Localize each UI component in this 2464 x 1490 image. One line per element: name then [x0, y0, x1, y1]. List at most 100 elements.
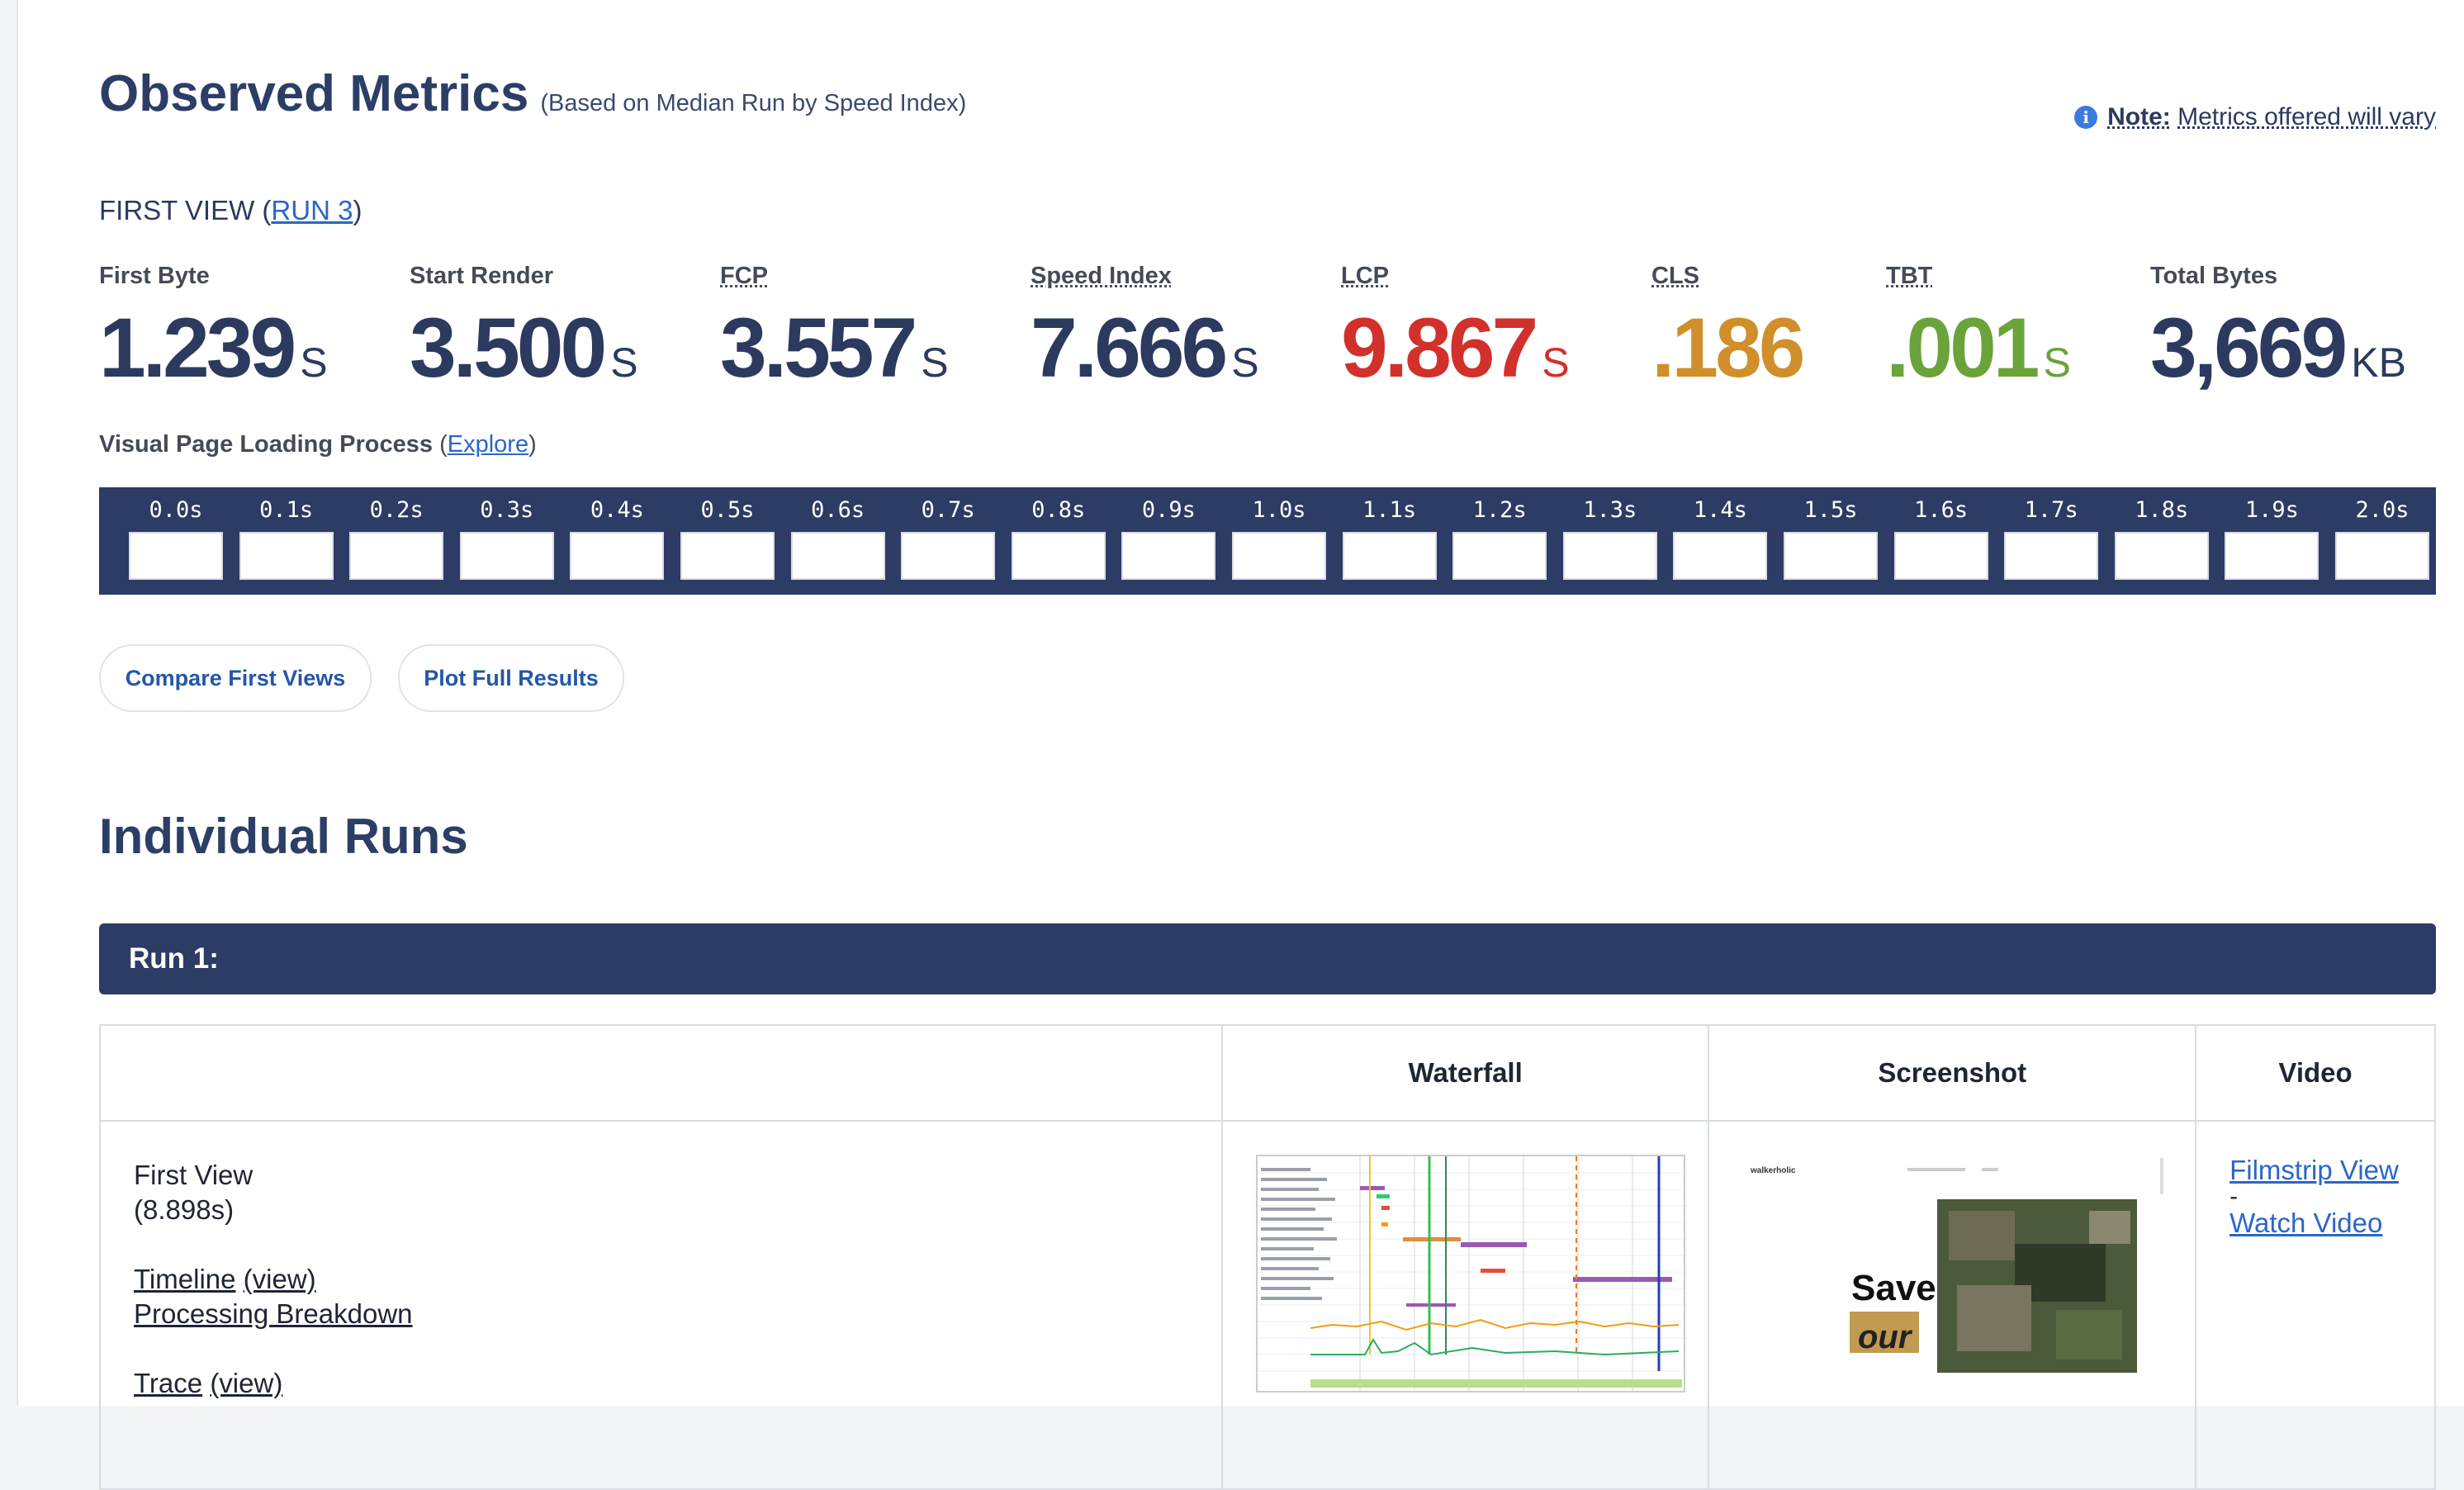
- first-view-time: (8.898s): [134, 1194, 235, 1225]
- paren-close: ): [528, 431, 537, 458]
- filmstrip-thumbnail[interactable]: [1121, 532, 1216, 580]
- filmstrip-thumbnail[interactable]: [1232, 532, 1326, 580]
- filmstrip-time-label: 0.0s: [149, 497, 203, 523]
- filmstrip-thumbnail[interactable]: [459, 532, 554, 580]
- metric-label[interactable]: TBT: [1886, 263, 2071, 290]
- compare-first-views-button[interactable]: Compare First Views: [99, 644, 372, 712]
- metric-value: 3.500: [410, 301, 607, 395]
- metric-label[interactable]: LCP: [1341, 263, 1570, 290]
- individual-runs-title: Individual Runs: [99, 809, 468, 864]
- filmstrip-time-label: 0.7s: [921, 497, 975, 523]
- explore-link[interactable]: Explore: [448, 431, 528, 458]
- metric-value: 3,669: [2150, 301, 2348, 395]
- header-video: Video: [2195, 1024, 2436, 1122]
- filmstrip-time-label: 1.0s: [1252, 497, 1306, 523]
- run-label: Run 1:: [129, 942, 219, 975]
- filmstrip-thumbnail[interactable]: [2004, 532, 2099, 580]
- first-view-suffix: ): [353, 195, 362, 225]
- visual-loading-text: Visual Page Loading Process: [99, 431, 434, 458]
- waterfall-cell: [1220, 1120, 1710, 1490]
- observed-metrics-header: Observed Metrics (Based on Median Run by …: [99, 64, 966, 123]
- filmstrip-time-label: 1.9s: [2244, 497, 2299, 523]
- filmstrip-thumbnail[interactable]: [570, 532, 665, 580]
- video-cell: Filmstrip View - Watch Video: [2195, 1120, 2436, 1490]
- metric-cls: CLS .186: [1651, 263, 1806, 396]
- filmstrip-thumbnail[interactable]: [2225, 532, 2319, 580]
- run-1-table: Waterfall Screenshot Video First View (8…: [99, 1024, 2436, 1490]
- screenshot-image: walkerholic Save our: [1742, 1153, 2181, 1384]
- trace-link[interactable]: Trace: [134, 1368, 202, 1398]
- filmstrip-thumbnail[interactable]: [790, 532, 885, 580]
- metric-unit: S: [1231, 339, 1259, 386]
- trace-view-link[interactable]: (view): [210, 1368, 282, 1398]
- metric-value: .001: [1886, 301, 2040, 395]
- filmstrip-time-label: 1.5s: [1803, 497, 1858, 523]
- metric-label[interactable]: Speed Index: [1031, 263, 1259, 290]
- filmstrip-time-label: 0.3s: [480, 497, 534, 523]
- filmstrip-view-link[interactable]: Filmstrip View: [2229, 1153, 2434, 1188]
- plot-full-results-button[interactable]: Plot Full Results: [398, 644, 624, 712]
- metric-label[interactable]: CLS: [1651, 263, 1803, 290]
- filmstrip-time-label: 1.4s: [1693, 497, 1747, 523]
- filmstrip-thumbnail[interactable]: [349, 532, 444, 580]
- first-view-cell: First View (8.898s) Timeline (view) Proc…: [99, 1120, 1223, 1490]
- filmstrip-time-label: 0.2s: [369, 497, 424, 523]
- filmstrip-time-label: 2.0s: [2355, 497, 2410, 523]
- filmstrip-thumbnail[interactable]: [2335, 532, 2429, 580]
- filmstrip-time-label: 1.8s: [2135, 497, 2189, 523]
- screenshot-cell: walkerholic Save our: [1708, 1120, 2197, 1490]
- timeline-view-link[interactable]: (view): [244, 1264, 316, 1294]
- filmstrip-thumbnail[interactable]: [239, 532, 334, 580]
- metric-total-bytes: Total Bytes 3,669 KB: [2150, 263, 2406, 396]
- run-3-link[interactable]: RUN 3: [271, 195, 353, 225]
- header-screenshot: Screenshot: [1708, 1024, 2197, 1122]
- first-view-label: First View: [134, 1160, 254, 1190]
- note-label: Note:: [2107, 103, 2171, 130]
- link-separator: -: [2229, 1183, 2239, 1210]
- filmstrip[interactable]: 0.0s 0.1s 0.2s 0.3s 0.4s 0.5s 0.6s 0.7s 0.8s 0.9s…: [99, 487, 2436, 595]
- page-subtitle: (Based on Median Run by Speed Index): [540, 90, 967, 116]
- screenshot-thumbnail[interactable]: walkerholic Save our: [1742, 1153, 2181, 1384]
- processing-breakdown-link[interactable]: Processing Breakdown: [134, 1298, 413, 1329]
- metric-label: Start Render: [410, 263, 554, 289]
- metric-unit: S: [300, 339, 328, 386]
- filmstrip-thumbnail[interactable]: [901, 532, 996, 580]
- filmstrip-thumbnail[interactable]: [1452, 532, 1547, 580]
- timeline-link[interactable]: Timeline: [134, 1264, 235, 1294]
- metric-value: 1.239: [99, 301, 296, 395]
- metric-label: Total Bytes: [2150, 263, 2278, 289]
- first-view-prefix: FIRST VIEW (: [99, 195, 272, 225]
- filmstrip-thumbnail[interactable]: [1011, 532, 1106, 580]
- metric-start-render: Start Render 3.500 S: [410, 263, 638, 396]
- filmstrip-time-label: 0.9s: [1141, 497, 1196, 523]
- metric-value: 7.666: [1031, 301, 1228, 395]
- filmstrip-thumbnail[interactable]: [129, 532, 223, 580]
- paren-open: (: [439, 431, 448, 458]
- filmstrip-time-label: 0.6s: [811, 497, 865, 523]
- metrics-row: First Byte 1.239 S Start Render 3.500 S FC…: [99, 263, 2436, 395]
- filmstrip-time-label: 1.3s: [1583, 497, 1637, 523]
- screenshot-brand: walkerholic: [1750, 1166, 1796, 1175]
- filmstrip-thumbnail[interactable]: [1673, 532, 1768, 580]
- filmstrip-thumbnail[interactable]: [1562, 532, 1657, 580]
- filmstrip-time-label: 1.7s: [2024, 497, 2078, 523]
- page-title: Observed Metrics: [99, 65, 529, 122]
- header-blank: [99, 1024, 1223, 1122]
- metric-lcp: LCP 9.867 S: [1341, 263, 1570, 396]
- run-1-header[interactable]: Run 1:: [99, 923, 2436, 994]
- metrics-note[interactable]: i Note: Metrics offered will vary: [2074, 103, 2436, 131]
- filmstrip-thumbnail[interactable]: [1893, 532, 1988, 580]
- metric-label[interactable]: FCP: [720, 263, 949, 290]
- filmstrip-thumbnail[interactable]: [680, 532, 775, 580]
- metric-unit: S: [610, 339, 638, 386]
- filmstrip-time-label: 0.4s: [590, 497, 644, 523]
- filmstrip-thumbnail[interactable]: [1342, 532, 1437, 580]
- waterfall-thumbnail[interactable]: [1255, 1155, 1685, 1393]
- watch-video-link[interactable]: Watch Video: [2229, 1206, 2434, 1241]
- filmstrip-thumbnail[interactable]: [1784, 532, 1878, 580]
- metric-unit: S: [2043, 339, 2071, 386]
- header-waterfall: Waterfall: [1220, 1024, 1710, 1122]
- filmstrip-time-label: 1.2s: [1472, 497, 1527, 523]
- filmstrip-thumbnail[interactable]: [2114, 532, 2209, 580]
- table-header-row: Waterfall Screenshot Video: [99, 1024, 2436, 1122]
